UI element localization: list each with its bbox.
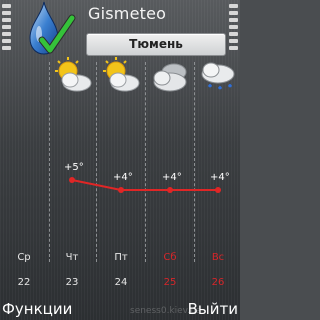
temperature-label: +5° — [64, 162, 84, 173]
day-label: Пт — [114, 252, 128, 263]
temperature-label: +4° — [162, 172, 182, 183]
screen-background: Gismeteo Тюмень Ср 22 Чт 23 Пт 24 Сб 25 … — [0, 0, 240, 320]
temperature-label: +4° — [113, 172, 133, 183]
date-label: 25 — [163, 277, 177, 288]
temperature-point — [69, 177, 75, 183]
watermark: seness0.kiev.ua — [130, 306, 202, 316]
temperature-label: +4° — [210, 172, 230, 183]
day-label: Сб — [163, 252, 177, 263]
temperature-line — [71, 179, 218, 191]
functions-softkey[interactable]: Функции — [2, 300, 72, 318]
temperature-point — [215, 187, 221, 193]
date-label: 22 — [17, 277, 31, 288]
temperature-chart — [69, 177, 221, 193]
day-label: Вс — [211, 252, 225, 263]
date-label: 23 — [65, 277, 79, 288]
date-label: 26 — [211, 277, 225, 288]
softkey-bar: Функции Выйти — [0, 298, 240, 320]
temperature-point — [167, 187, 173, 193]
day-label: Ср — [17, 252, 31, 263]
temperature-point — [118, 187, 124, 193]
date-label: 24 — [114, 277, 128, 288]
day-label: Чт — [65, 252, 79, 263]
